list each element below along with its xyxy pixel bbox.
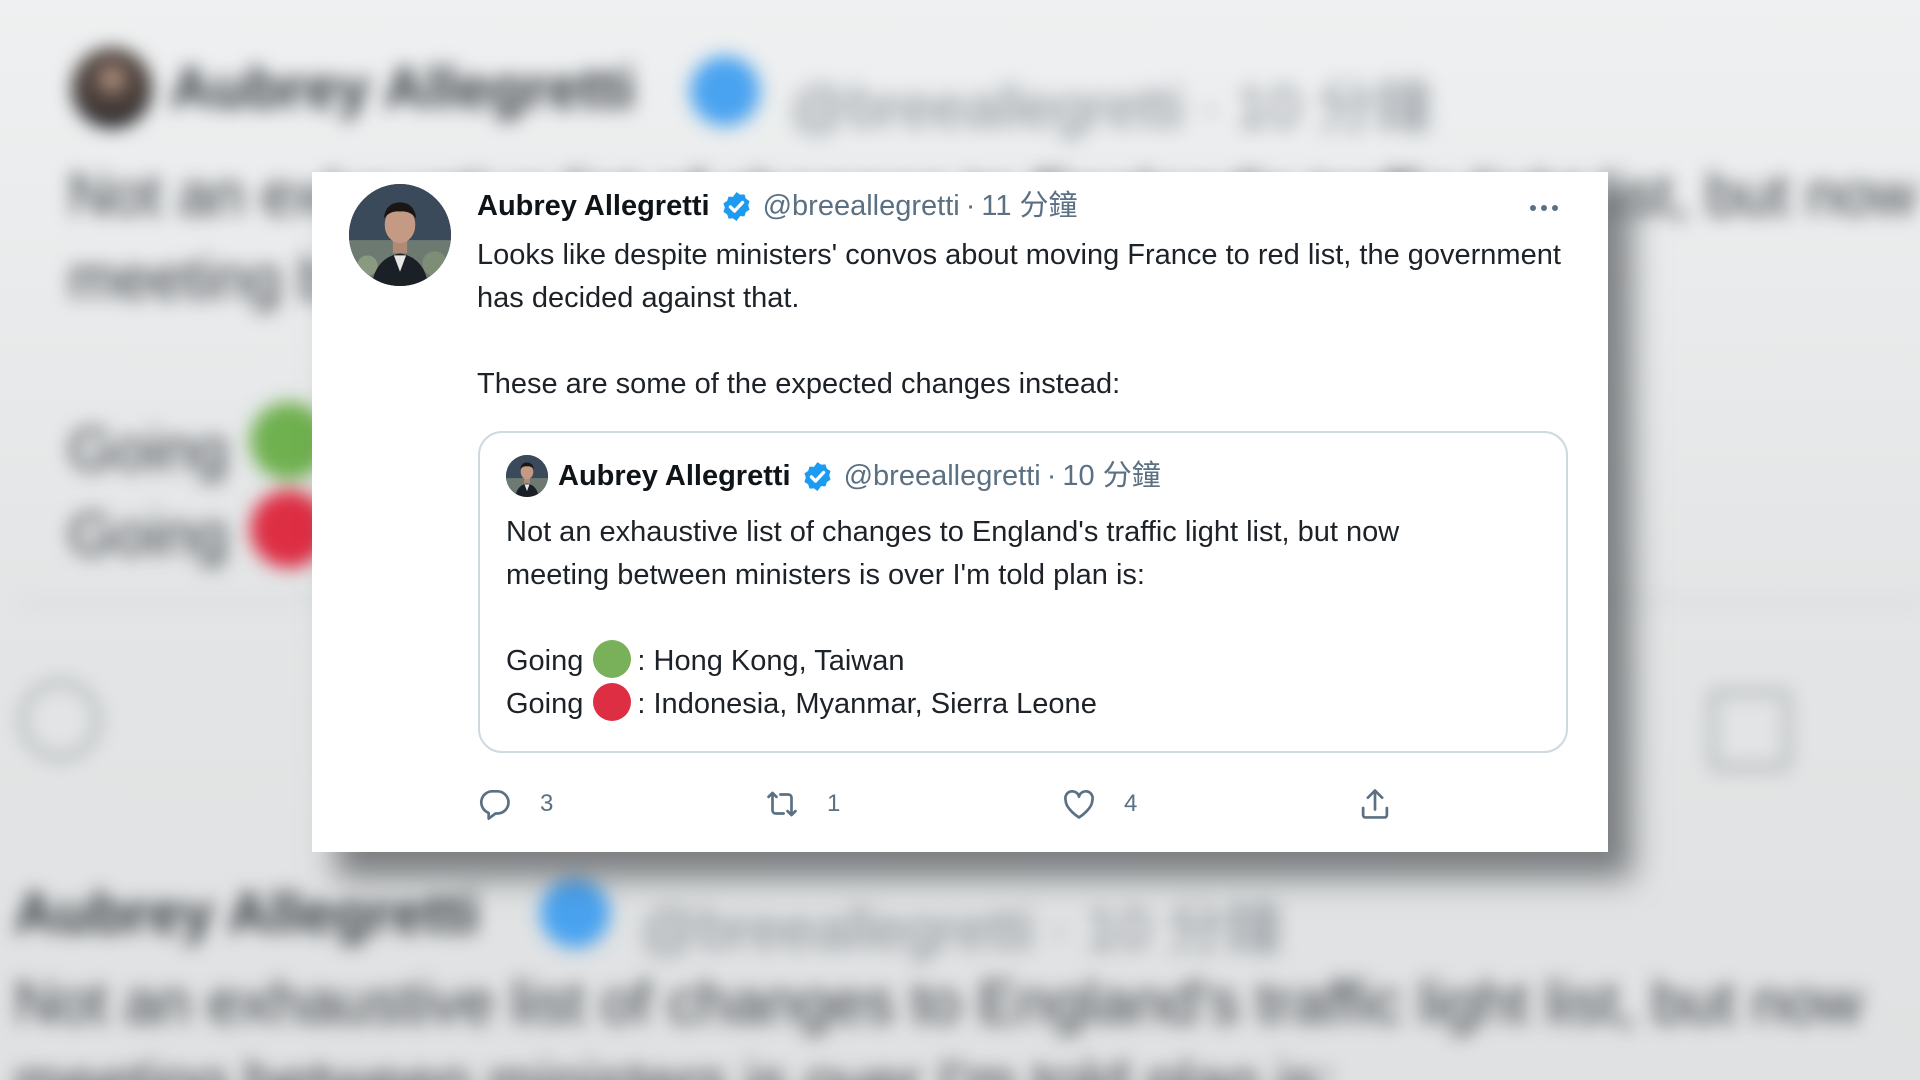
tweet-header: Aubrey Allegretti @breeallegretti · 11 分…: [477, 186, 1078, 226]
retweet-button[interactable]: 1: [763, 784, 840, 824]
screen: Aubrey Allegretti @breeallegretti · 10 分…: [0, 0, 1920, 1080]
bg-text-line-lower: meeting between ministers is over I'm to…: [14, 1048, 1336, 1080]
verified-badge-icon: [720, 190, 753, 223]
tweet-paragraph: Looks like despite ministers' convos abo…: [477, 239, 1561, 314]
red-circle-icon: [593, 683, 632, 721]
share-icon: [1361, 789, 1389, 819]
like-button[interactable]: 4: [1060, 784, 1137, 824]
author-handle[interactable]: @breeallegretti: [763, 186, 960, 226]
share-button[interactable]: [1356, 784, 1394, 824]
header-separator: ·: [965, 190, 976, 222]
author-avatar[interactable]: [349, 184, 451, 286]
author-name[interactable]: Aubrey Allegretti: [477, 186, 710, 226]
bg-handle-lower: @breeallegretti · 10 分鐘: [640, 897, 1283, 962]
bg-author-name: Aubrey Allegretti: [170, 56, 636, 121]
quoted-tweet-header: Aubrey Allegretti @breeallegretti · 10 分…: [506, 455, 1161, 497]
more-horizontal-icon: [1530, 205, 1536, 211]
quoted-author-avatar: [506, 455, 548, 497]
bg-going-red-label: Going: [68, 501, 229, 568]
bg-avatar: [72, 48, 152, 128]
tweet-timestamp[interactable]: 11 分鐘: [981, 186, 1077, 226]
going-label: Going: [506, 688, 584, 720]
more-horizontal-icon: [1552, 205, 1558, 211]
bg-author-name-lower: Aubrey Allegretti: [14, 881, 480, 946]
retweet-count: 1: [827, 790, 841, 817]
tweet-body: Looks like despite ministers' convos abo…: [477, 234, 1567, 406]
quoted-tweet-body: Not an exhaustive list of changes to Eng…: [506, 511, 1546, 726]
verified-badge-icon: [801, 460, 834, 493]
reply-icon: [479, 789, 510, 820]
green-list-countries: : Hong Kong, Taiwan: [637, 645, 905, 677]
green-list-line: Going : Hong Kong, Taiwan: [506, 640, 1546, 683]
header-separator: ·: [1046, 460, 1057, 492]
tweet-paragraph: These are some of the expected changes i…: [477, 368, 1121, 400]
bg-verified-icon: [690, 56, 760, 126]
going-label: Going: [506, 645, 584, 677]
quoted-tweet[interactable]: Aubrey Allegretti @breeallegretti · 10 分…: [478, 431, 1568, 753]
red-list-countries: : Indonesia, Myanmar, Sierra Leone: [637, 688, 1097, 720]
more-horizontal-icon: [1541, 205, 1547, 211]
bg-share-icon: [1710, 690, 1790, 770]
red-list-line: Going : Indonesia, Myanmar, Sierra Leone: [506, 683, 1546, 726]
quoted-author-name: Aubrey Allegretti: [558, 460, 791, 492]
bg-going-green-label: Going: [68, 416, 229, 483]
quoted-tweet-timestamp: 10 分鐘: [1062, 460, 1161, 492]
avatar-photo-icon: [506, 455, 548, 497]
reply-button[interactable]: 3: [476, 784, 553, 824]
quoted-text-line: meeting between ministers is over I'm to…: [506, 559, 1145, 591]
reply-count: 3: [540, 790, 554, 817]
bg-verified-icon-lower: [540, 878, 610, 948]
green-circle-icon: [593, 640, 632, 678]
tweet-card[interactable]: Aubrey Allegretti @breeallegretti · 11 分…: [312, 172, 1608, 852]
bg-reply-icon: [20, 680, 100, 760]
more-options-button[interactable]: [1520, 196, 1568, 220]
like-count: 4: [1124, 790, 1138, 817]
bg-handle: @breeallegretti · 10 分鐘: [790, 75, 1433, 140]
tweet-actions: 3 1 4: [476, 784, 1576, 824]
heart-icon: [1064, 790, 1094, 819]
quoted-text-line: Not an exhaustive list of changes to Eng…: [506, 516, 1400, 548]
avatar-photo-icon: [349, 184, 451, 286]
bg-text-line-lower: Not an exhaustive list of changes to Eng…: [14, 969, 1863, 1036]
quoted-author-handle: @breeallegretti: [843, 460, 1041, 492]
retweet-icon: [767, 791, 797, 817]
